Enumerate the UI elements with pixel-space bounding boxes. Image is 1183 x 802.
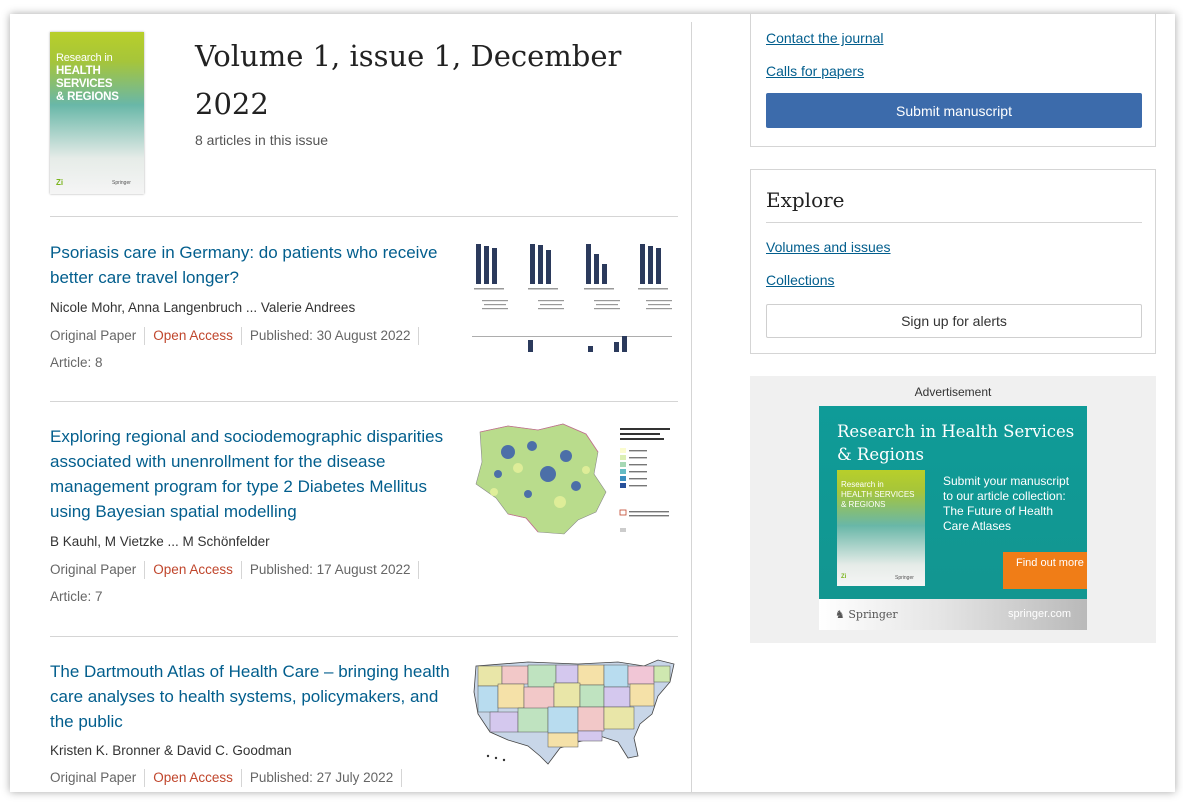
journal-cover-image: Research in HEALTH SERVICES & REGIONS Zi… [50, 32, 144, 194]
article-published-date: Published: 30 August 2022 [242, 327, 420, 345]
ad-title: Research in Health Services & Regions [837, 422, 1075, 464]
ad-cover-mark: Zi [841, 574, 847, 580]
article-figure-thumbnail[interactable] [468, 656, 678, 766]
article-type: Original Paper [50, 561, 146, 579]
divider [50, 216, 678, 217]
article-authors: Nicole Mohr, Anna Langenbruch ... Valeri… [50, 300, 356, 315]
ad-cover-publisher: Springer [895, 575, 914, 581]
article-published-date: Published: 27 July 2022 [242, 769, 403, 787]
springer-logo: ♞ Springer [835, 608, 898, 621]
article-figure-thumbnail[interactable] [468, 236, 678, 358]
volumes-and-issues-link[interactable]: Volumes and issues [766, 239, 891, 255]
open-access-badge: Open Access [145, 769, 242, 787]
article-type: Original Paper [50, 769, 146, 787]
springer-brand-text: Springer [848, 608, 898, 621]
article-type: Original Paper [50, 327, 146, 345]
bar-chart-thumbnail [472, 244, 672, 352]
article-number: Article: 7 [50, 589, 103, 604]
journal-actions-card: Contact the journal Calls for papers Sub… [750, 14, 1156, 147]
issue-title: Volume 1, issue 1, December 2022 [195, 39, 622, 121]
open-access-badge: Open Access [145, 327, 242, 345]
cover-title: Research in HEALTH SERVICES & REGIONS [56, 52, 144, 104]
cover-publisher: Springer [112, 180, 131, 186]
divider [766, 222, 1142, 223]
submit-manuscript-button[interactable]: Submit manuscript [766, 93, 1142, 128]
issue-main-column: Research in HEALTH SERVICES & REGIONS Zi… [50, 14, 678, 792]
ad-journal-cover-image: Research in HEALTH SERVICES & REGIONS Zi… [837, 470, 925, 586]
article-title-link[interactable]: The Dartmouth Atlas of Health Care – bri… [50, 659, 455, 734]
article-title-link[interactable]: Exploring regional and sociodemographic … [50, 424, 455, 524]
contact-journal-link[interactable]: Contact the journal [766, 30, 884, 46]
ad-cover-title-line: Research in [841, 480, 884, 489]
cover-title-line: & REGIONS [56, 91, 119, 103]
article-title-link[interactable]: Psoriasis care in Germany: do patients w… [50, 240, 455, 290]
article-figure-thumbnail[interactable] [468, 422, 678, 536]
article-item: The Dartmouth Atlas of Health Care – bri… [50, 656, 678, 792]
advertisement-banner[interactable]: Research in Health Services & Regions Re… [819, 406, 1087, 630]
divider [50, 636, 678, 637]
cover-title-line: Research in [56, 52, 113, 64]
article-meta: Original Paper Open Access Published: 17 A… [50, 561, 420, 579]
advertisement-label: Advertisement [914, 385, 992, 399]
article-item: Psoriasis care in Germany: do patients w… [50, 236, 678, 400]
ad-url: springer.com [1008, 608, 1071, 620]
cover-title-line: HEALTH SERVICES [56, 65, 113, 90]
divider [50, 401, 678, 402]
ad-footer: ♞ Springer springer.com [819, 599, 1087, 630]
advertisement-box: Advertisement Research in Health Service… [750, 376, 1156, 643]
ad-cover-title-line: & REGIONS [841, 500, 886, 509]
article-published-date: Published: 17 August 2022 [242, 561, 420, 579]
ad-cover-title: Research in HEALTH SERVICES & REGIONS [841, 480, 925, 510]
cover-publisher-mark: Zi [56, 178, 64, 187]
choropleth-map-thumbnail [468, 422, 670, 536]
open-access-badge: Open Access [145, 561, 242, 579]
springer-horse-icon: ♞ [835, 608, 845, 621]
calls-for-papers-link[interactable]: Calls for papers [766, 63, 864, 79]
ad-text: Submit your manuscript to our article co… [943, 474, 1070, 533]
collections-link[interactable]: Collections [766, 272, 834, 288]
explore-card: Explore Volumes and issues Collections S… [750, 169, 1156, 354]
page-frame: Research in HEALTH SERVICES & REGIONS Zi… [10, 14, 1175, 792]
article-meta: Original Paper Open Access Published: 27 J… [50, 769, 403, 787]
ad-cover-title-line: HEALTH SERVICES [841, 490, 915, 499]
article-authors: Kristen K. Bronner & David C. Goodman [50, 743, 292, 758]
article-number: Article: 8 [50, 355, 103, 370]
us-map-thumbnail [473, 659, 675, 765]
sign-up-for-alerts-button[interactable]: Sign up for alerts [766, 304, 1142, 338]
ad-find-out-more-button[interactable]: Find out more [1003, 552, 1087, 589]
issue-article-count: 8 articles in this issue [195, 132, 329, 148]
explore-heading: Explore [766, 188, 845, 212]
article-authors: B Kauhl, M Vietzke ... M Schönfelder [50, 534, 270, 549]
article-meta: Original Paper Open Access Published: 30 A… [50, 327, 420, 345]
article-item: Exploring regional and sociodemographic … [50, 422, 678, 624]
column-divider [691, 22, 692, 792]
